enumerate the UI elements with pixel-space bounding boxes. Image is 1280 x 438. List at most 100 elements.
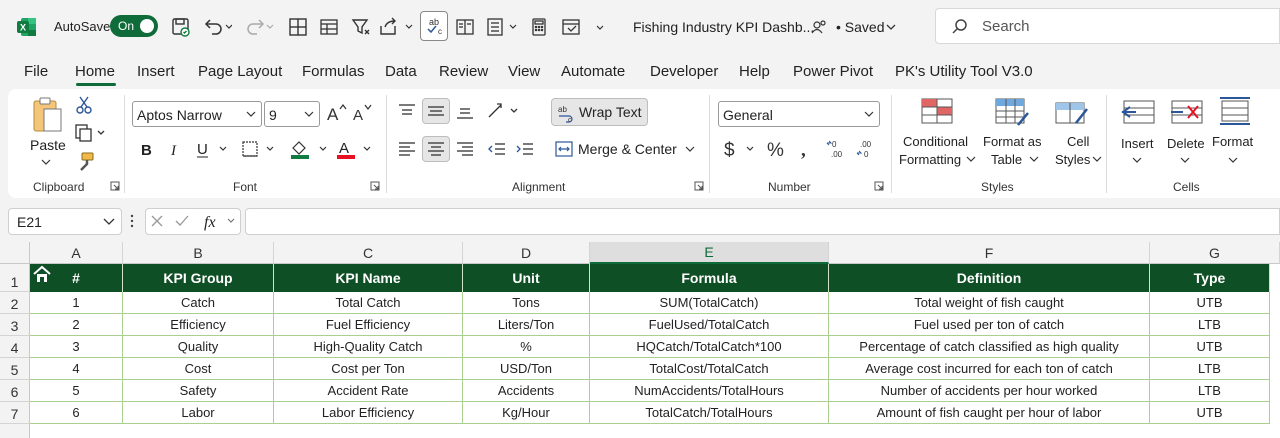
merge-center-icon[interactable] (554, 139, 574, 159)
header-cell-kpi-group[interactable]: KPI Group (123, 264, 274, 292)
table-cell[interactable]: Quality (123, 336, 274, 358)
row-header-2[interactable]: 2 (0, 292, 30, 314)
table-cell[interactable]: 1 (30, 292, 123, 314)
spelling-icon[interactable]: ab c (420, 11, 448, 41)
insert-function-icon[interactable]: fx (202, 212, 238, 232)
table-cell[interactable]: Efficiency (123, 314, 274, 336)
align-bottom-icon[interactable] (454, 101, 476, 121)
chevron-down-icon[interactable] (1180, 156, 1190, 164)
percent-icon[interactable]: % (766, 137, 790, 161)
table-cell[interactable]: TotalCatch/TotalHours (590, 402, 829, 424)
table-cell[interactable]: Safety (123, 380, 274, 402)
table-cell[interactable]: Accident Rate (274, 380, 463, 402)
coauthor-icon[interactable] (810, 14, 828, 40)
form-icon[interactable] (485, 14, 517, 40)
table-cell[interactable]: Labor (123, 402, 274, 424)
table-icon[interactable] (318, 14, 340, 40)
orientation-icon[interactable] (486, 101, 522, 121)
paste-chevron-icon[interactable] (40, 157, 52, 167)
saved-chevron-icon[interactable] (884, 14, 898, 40)
align-top-icon[interactable] (396, 101, 418, 121)
more-options-icon[interactable] (129, 213, 135, 229)
increase-indent-icon[interactable] (514, 139, 536, 159)
paste-icon[interactable] (30, 95, 64, 135)
chevron-down-icon[interactable] (1029, 155, 1039, 163)
cell-styles-label-1[interactable]: Cell (1067, 134, 1089, 149)
tab-formulas[interactable]: Formulas (302, 63, 365, 80)
tab-file[interactable]: File (24, 63, 48, 80)
format-as-table-icon[interactable] (994, 97, 1030, 127)
page-layout-icon[interactable] (454, 14, 476, 40)
cut-icon[interactable] (74, 95, 94, 115)
enter-icon[interactable] (174, 214, 190, 228)
calculator-icon[interactable] (528, 14, 550, 40)
table-cell[interactable]: Cost per Ton (274, 358, 463, 380)
table-cell[interactable]: High-Quality Catch (274, 336, 463, 358)
table-cell[interactable]: Liters/Ton (463, 314, 590, 336)
column-header-d[interactable]: D (463, 242, 590, 264)
align-right-icon[interactable] (454, 139, 476, 159)
column-header-c[interactable]: C (274, 242, 463, 264)
table-cell[interactable]: % (463, 336, 590, 358)
table-cell[interactable]: FuelUsed/TotalCatch (590, 314, 829, 336)
table-cell[interactable]: LTB (1150, 314, 1270, 336)
row-header-1[interactable]: 1 (0, 264, 30, 292)
header-cell-definition[interactable]: Definition (829, 264, 1150, 292)
header-cell-number[interactable]: # (30, 264, 123, 292)
currency-icon[interactable]: $ (722, 137, 762, 161)
tab-home[interactable]: Home (75, 63, 115, 80)
chevron-down-icon[interactable] (1228, 156, 1238, 164)
format-cells-label[interactable]: Format (1212, 134, 1253, 149)
copy-icon[interactable] (74, 123, 106, 143)
table-cell[interactable]: Fuel Efficiency (274, 314, 463, 336)
table-cell[interactable]: Cost (123, 358, 274, 380)
tab-view[interactable]: View (508, 63, 540, 80)
tab-review[interactable]: Review (439, 63, 488, 80)
format-as-table-label-2[interactable]: Table (991, 152, 1022, 167)
fill-color-icon[interactable] (288, 137, 330, 161)
tab-pk-utility-tool[interactable]: PK's Utility Tool V3.0 (895, 63, 1033, 80)
filter-icon[interactable] (350, 14, 372, 40)
tab-developer[interactable]: Developer (650, 63, 718, 80)
table-cell[interactable]: 4 (30, 358, 123, 380)
chart-format-icon[interactable] (560, 14, 582, 40)
name-box[interactable]: E21 (8, 208, 122, 235)
table-cell[interactable]: Total Catch (274, 292, 463, 314)
header-cell-type[interactable]: Type (1150, 264, 1270, 292)
underline-icon[interactable]: U (194, 139, 232, 159)
column-header-e[interactable]: E (590, 242, 829, 264)
formula-input[interactable] (245, 208, 1280, 235)
table-cell[interactable]: LTB (1150, 380, 1270, 402)
select-all-corner[interactable] (0, 242, 30, 264)
saved-status[interactable]: • Saved (836, 19, 885, 35)
insert-cells-label[interactable]: Insert (1121, 136, 1154, 151)
search-box[interactable]: Search (935, 8, 1280, 44)
table-cell[interactable]: Tons (463, 292, 590, 314)
row-header-8[interactable] (0, 424, 30, 438)
decrease-decimal-icon[interactable]: .00 0 (856, 137, 882, 161)
column-header-b[interactable]: B (123, 242, 274, 264)
increase-decimal-icon[interactable]: 0.00 (826, 137, 852, 161)
decrease-indent-icon[interactable] (486, 139, 508, 159)
table-cell[interactable]: HQCatch/TotalCatch*100 (590, 336, 829, 358)
alignment-launcher-icon[interactable] (694, 181, 704, 191)
font-launcher-icon[interactable] (370, 181, 380, 191)
table-cell[interactable]: Kg/Hour (463, 402, 590, 424)
row-header-6[interactable]: 6 (0, 380, 30, 402)
chevron-down-icon[interactable] (1092, 155, 1102, 163)
header-cell-kpi-name[interactable]: KPI Name (274, 264, 463, 292)
delete-cells-label[interactable]: Delete (1167, 136, 1205, 151)
tab-power-pivot[interactable]: Power Pivot (793, 63, 873, 80)
align-left-icon[interactable] (396, 139, 418, 159)
tab-data[interactable]: Data (385, 63, 417, 80)
header-cell-unit[interactable]: Unit (463, 264, 590, 292)
table-cell[interactable]: Percentage of catch classified as high q… (829, 336, 1150, 358)
cancel-icon[interactable] (150, 214, 164, 228)
format-as-table-label-1[interactable]: Format as (983, 134, 1042, 149)
conditional-formatting-icon[interactable] (920, 97, 954, 125)
wrap-text-button[interactable]: ab c Wrap Text (551, 98, 648, 126)
column-header-f[interactable]: F (829, 242, 1150, 264)
font-name-combo[interactable]: Aptos Narrow (132, 101, 262, 127)
chevron-down-icon[interactable] (1132, 156, 1142, 164)
table-cell[interactable]: LTB (1150, 358, 1270, 380)
